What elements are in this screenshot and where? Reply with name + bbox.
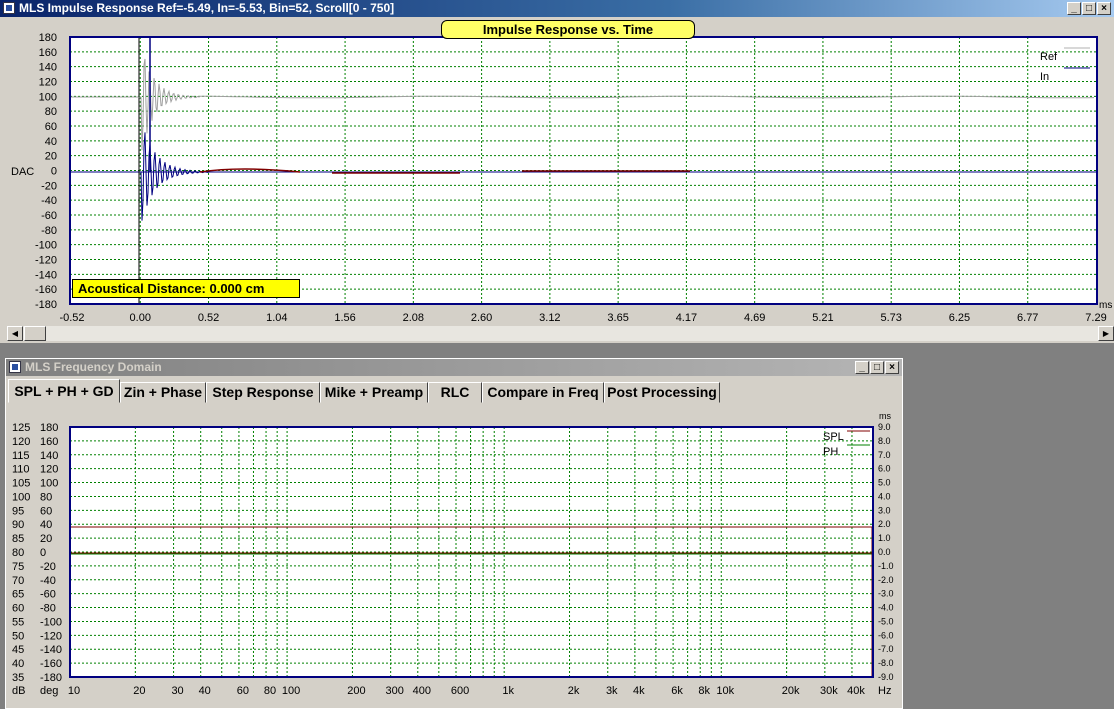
x-tick-label: 7.29 — [1085, 312, 1106, 324]
x-tick-label: -0.52 — [59, 312, 84, 324]
y-tick-label: 100 — [39, 91, 57, 103]
x-tick-label: 1.04 — [266, 312, 287, 324]
y-axis-unit: DAC — [11, 166, 34, 178]
x-tick-label: 2.08 — [403, 312, 424, 324]
tab-post-processing[interactable]: Post Processing — [604, 382, 720, 403]
y-tick-label: 0 — [51, 166, 57, 178]
x-axis-unit: ms — [1099, 300, 1112, 311]
x-tick-label: 5.73 — [880, 312, 901, 324]
legend-label: In — [1040, 71, 1049, 83]
tab-rlc[interactable]: RLC — [428, 382, 482, 403]
x-tick-label: 1.56 — [334, 312, 355, 324]
y-tick-label: 140 — [39, 62, 57, 74]
app-icon — [9, 361, 21, 373]
y-tick-label: -180 — [35, 299, 57, 311]
frequency-window: MLS Frequency Domain _ □ × — [5, 358, 903, 709]
y-tick-label: -120 — [35, 255, 57, 267]
tab-spl-ph-gd[interactable]: SPL + PH + GD — [8, 379, 120, 403]
y-tick-label: 160 — [39, 47, 57, 59]
x-tick-label: 0.52 — [198, 312, 219, 324]
frequency-window-title: MLS Frequency Domain — [25, 360, 162, 374]
legend-label: Ref — [1040, 51, 1058, 63]
y-tick-label: 120 — [39, 77, 57, 89]
close-button[interactable]: × — [885, 361, 899, 374]
x-tick-label: 5.21 — [812, 312, 833, 324]
x-tick-label: 6.25 — [949, 312, 970, 324]
y-tick-label: -140 — [35, 269, 57, 281]
y-tick-label: -100 — [35, 240, 57, 252]
y-tick-label: -160 — [35, 284, 57, 296]
impulse-horizontal-scrollbar[interactable]: ◀ ▶ — [7, 326, 1114, 341]
x-tick-label: 0.00 — [130, 312, 151, 324]
tab-compare-in-freq[interactable]: Compare in Freq — [482, 382, 604, 403]
x-tick-label: 4.17 — [676, 312, 697, 324]
y-tick-label: 20 — [45, 151, 57, 163]
minimize-button[interactable]: _ — [855, 361, 869, 374]
y-tick-label: -60 — [41, 210, 57, 222]
tab-mike-preamp[interactable]: Mike + Preamp — [320, 382, 428, 403]
scroll-right-button[interactable]: ▶ — [1098, 326, 1114, 341]
tab-step-response[interactable]: Step Response — [206, 382, 320, 403]
scroll-left-button[interactable]: ◀ — [7, 326, 23, 341]
tab-zin-phase[interactable]: Zin + Phase — [120, 382, 206, 403]
x-tick-label: 4.69 — [744, 312, 765, 324]
frequency-titlebar[interactable]: MLS Frequency Domain _ □ × — [6, 359, 902, 376]
y-tick-label: -20 — [41, 180, 57, 192]
x-tick-label: 6.77 — [1017, 312, 1038, 324]
acoustical-distance-label: Acoustical Distance: 0.000 cm — [72, 279, 300, 298]
plot-title: Impulse Response vs. Time — [441, 20, 695, 39]
y-tick-label: 80 — [45, 106, 57, 118]
y-tick-label: 180 — [39, 32, 57, 44]
restore-button[interactable]: □ — [870, 361, 884, 374]
y-tick-label: 60 — [45, 121, 57, 133]
x-tick-label: 3.65 — [607, 312, 628, 324]
scroll-thumb[interactable] — [24, 326, 46, 341]
x-tick-label: 2.60 — [471, 312, 492, 324]
y-tick-label: -80 — [41, 225, 57, 237]
y-tick-label: -40 — [41, 195, 57, 207]
y-tick-label: 40 — [45, 136, 57, 148]
x-tick-label: 3.12 — [539, 312, 560, 324]
impulse-window: MLS Impulse Response Ref=-5.49, In=-5.53… — [0, 0, 1114, 343]
